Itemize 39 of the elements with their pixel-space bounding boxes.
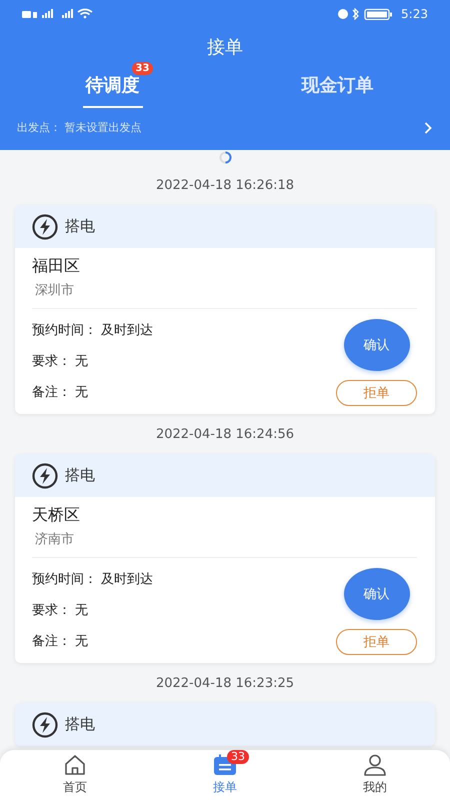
- order-detail: 备注： 无: [32, 384, 90, 402]
- chevron-right-icon[interactable]: [424, 122, 432, 134]
- reject-button[interactable]: 拒单: [336, 380, 417, 406]
- lightning-icon: [32, 462, 58, 488]
- order-timestamp: 2022-04-18 16:24:56: [154, 426, 296, 444]
- page-title: 接单: [206, 36, 244, 60]
- order-timestamp: 2022-04-18 16:26:18: [154, 177, 296, 195]
- home-icon: [63, 754, 87, 776]
- service-type: 搭电: [65, 715, 95, 734]
- order-detail: 预约时间： 及时到达: [32, 571, 154, 589]
- order-detail: 要求： 无: [32, 602, 90, 620]
- tab[interactable]: 待调度 33: [0, 61, 225, 118]
- district-name: 福田区: [32, 256, 81, 277]
- count-badge: 33: [132, 62, 154, 75]
- confirm-button[interactable]: 确认: [344, 568, 410, 620]
- order-card[interactable]: 搭电 福田区 深圳市 预约时间： 及时到达 要求： 无 备注： 无 确认 拒单: [15, 205, 435, 414]
- service-type: 搭电: [65, 466, 95, 485]
- lightning-icon: [32, 214, 58, 240]
- order-detail: 预约时间： 及时到达: [32, 322, 154, 340]
- count-badge: 33: [227, 750, 249, 764]
- nav-tab[interactable]: 我的: [300, 750, 450, 800]
- nav-tab[interactable]: 首页: [0, 750, 150, 800]
- order-timestamp: 2022-04-18 16:23:25: [154, 675, 296, 693]
- order-card[interactable]: 搭电 天桥区 济南市 预约时间： 及时到达 要求： 无 备注： 无 确认 拒单: [15, 454, 435, 663]
- order-detail: 要求： 无: [32, 353, 90, 371]
- reject-button[interactable]: 拒单: [336, 629, 417, 655]
- service-type: 搭电: [65, 217, 95, 236]
- order-card[interactable]: 搭电: [15, 703, 435, 746]
- status-time: 5:23: [401, 7, 428, 21]
- district-name: 天桥区: [32, 505, 81, 526]
- nav-tab[interactable]: 33 接单: [150, 750, 300, 800]
- user-icon: [363, 754, 387, 776]
- origin-text: 出发点： 暂未设置出发点: [17, 120, 142, 135]
- city-name: 济南市: [34, 531, 75, 548]
- tab[interactable]: 现金订单: [225, 61, 450, 118]
- lightning-icon: [32, 712, 58, 738]
- confirm-button[interactable]: 确认: [344, 319, 410, 371]
- order-detail: 备注： 无: [32, 633, 90, 651]
- city-name: 深圳市: [34, 282, 75, 299]
